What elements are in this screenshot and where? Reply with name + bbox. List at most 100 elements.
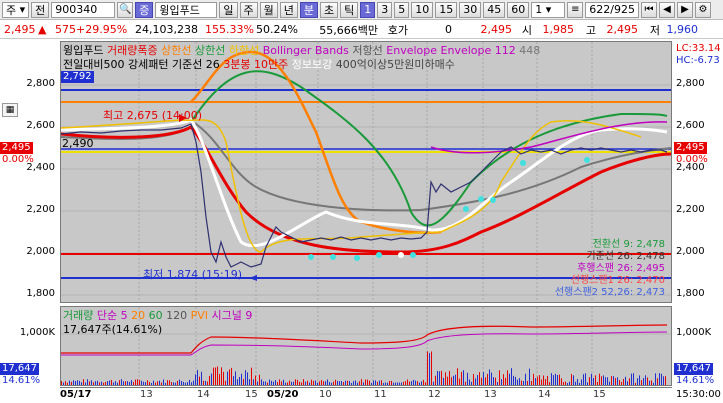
first-page-icon[interactable]: ⏮ <box>640 1 657 18</box>
low-label: 저 <box>649 23 660 37</box>
market-select[interactable]: 주 ▾ <box>2 1 30 18</box>
legend-item[interactable]: 60 <box>149 309 163 322</box>
interval-select[interactable]: 1 ▾ <box>531 1 566 18</box>
volume-bar <box>131 380 132 385</box>
volume-bar <box>455 374 456 385</box>
volume-bar <box>247 372 248 385</box>
minute-10[interactable]: 10 <box>411 1 434 18</box>
volume-bar <box>287 382 288 385</box>
volume-bar <box>635 382 636 385</box>
volume-bar <box>175 382 176 385</box>
grid-toggle-icon[interactable]: ▦ <box>2 103 18 117</box>
legend-item[interactable]: 하한선 <box>229 44 259 57</box>
minute-45[interactable]: 45 <box>483 1 506 18</box>
volume-bar <box>391 380 392 385</box>
volume-bar <box>207 381 208 385</box>
search-type-button[interactable]: 전 <box>31 1 50 18</box>
volume-bar <box>509 373 510 385</box>
minute-60[interactable]: 60 <box>507 1 530 18</box>
volume-bar <box>133 381 134 385</box>
list-icon[interactable]: ≡ <box>567 1 584 18</box>
volume-bar <box>575 381 576 385</box>
legend-item[interactable]: 상한선 <box>161 44 191 57</box>
y-tick: 2,200 <box>26 204 55 215</box>
period-day[interactable]: 일 <box>219 1 238 18</box>
search-icon[interactable]: 🔍 <box>117 1 134 18</box>
legend-item[interactable]: 전일대비500 강세패턴 <box>63 58 168 71</box>
volume-bar <box>171 382 172 385</box>
legend-item[interactable]: 거래량 <box>63 309 93 322</box>
volume-bar <box>623 378 624 385</box>
legend-item[interactable]: 120 <box>166 309 187 322</box>
volume-bar <box>301 382 302 385</box>
volume-bar <box>243 379 244 385</box>
period-minute[interactable]: 분 <box>299 1 319 18</box>
legend-item[interactable]: 20 <box>131 309 145 322</box>
legend-item[interactable]: 상한선 <box>195 44 225 57</box>
ref-high-tag: 2,792 <box>61 71 94 83</box>
legend-item[interactable]: 시그널 9 <box>212 309 253 322</box>
minute-15[interactable]: 15 <box>435 1 458 18</box>
legend-item[interactable]: 단순 5 <box>97 309 128 322</box>
settings-icon[interactable]: ⚙ <box>694 1 711 18</box>
volume-bar <box>387 382 388 385</box>
minute-5[interactable]: 5 <box>394 1 410 18</box>
minute-3[interactable]: 3 <box>377 1 393 18</box>
volume-bar <box>177 380 178 385</box>
volume-bar <box>447 376 448 385</box>
volume-bar <box>279 379 280 385</box>
volume-bar <box>67 382 68 385</box>
volume-bar <box>385 382 386 385</box>
price-y-axis-right: LC:33.14 HC:-6.73 2,800 2,600 2,400 2,20… <box>672 41 723 303</box>
volume-bar <box>429 353 430 385</box>
volume-bar <box>395 382 396 385</box>
period-week[interactable]: 주 <box>239 1 258 18</box>
volume-bar <box>437 370 438 385</box>
period-month[interactable]: 월 <box>259 1 278 18</box>
stock-name-field[interactable]: 윙입푸드 <box>155 1 218 18</box>
legend-item[interactable]: 448 <box>519 44 540 57</box>
volume-bar <box>219 374 220 385</box>
price-chart-panel[interactable]: 윙입푸드 거래량폭증 상한선 상한선 하한선 Bollinger Bands 저… <box>60 41 672 303</box>
minute-1[interactable]: 1 <box>360 1 376 18</box>
volume-bar <box>91 380 92 385</box>
volume-bar <box>355 380 356 385</box>
legend-item[interactable]: 정보보강 <box>292 58 332 71</box>
stock-code-input[interactable]: 900340 <box>51 1 116 18</box>
up-arrow-icon: ▲ <box>38 23 47 36</box>
legend-item[interactable]: 3분봉 10만주 <box>223 58 288 71</box>
volume-bar <box>147 380 148 385</box>
legend-item[interactable]: 저항선 <box>352 44 382 57</box>
volume-bar <box>581 379 582 385</box>
volume-bar <box>569 381 570 385</box>
volume-bar <box>193 380 194 385</box>
legend-item[interactable]: PVI <box>191 309 208 322</box>
volume-bar <box>261 379 262 385</box>
legend-item[interactable]: 거래량폭증 <box>107 44 158 57</box>
y-tick: 2,000 <box>26 246 55 257</box>
period-tick[interactable]: 틱 <box>340 1 359 18</box>
volume-bar <box>235 371 236 385</box>
legend-item[interactable]: Envelope <box>386 44 437 57</box>
legend-item[interactable]: Bollinger Bands <box>263 44 349 57</box>
legend-item[interactable]: 윙입푸드 <box>63 44 103 57</box>
stock-name-value: 윙입푸드 <box>159 3 200 17</box>
volume-pct-tag-right: 14.61% <box>676 375 715 386</box>
volume-bar <box>237 379 238 385</box>
price-change-pct: +29.95% <box>76 23 128 36</box>
prev-page-icon[interactable]: ◀ <box>658 1 675 18</box>
volume-bar <box>251 367 252 385</box>
period-second[interactable]: 초 <box>320 1 339 18</box>
volume-bar <box>443 377 444 385</box>
legend-item[interactable]: 400억이상5만원미하매수 <box>336 58 455 71</box>
legend-item[interactable]: 기준선 26 <box>172 58 220 71</box>
x-tick: 05/17 <box>60 389 92 400</box>
volume-bar <box>307 380 308 385</box>
period-year[interactable]: 년 <box>279 1 298 18</box>
volume-bar <box>557 375 558 385</box>
minute-30[interactable]: 30 <box>459 1 482 18</box>
legend-item[interactable]: Envelope 112 <box>441 44 516 57</box>
volume-chart-panel[interactable]: 거래량 단순 5 20 60 120 PVI 시그널 9 17,647주(14.… <box>60 306 672 386</box>
current-price: 2,495 <box>4 23 36 36</box>
next-page-icon[interactable]: ▶ <box>676 1 693 18</box>
